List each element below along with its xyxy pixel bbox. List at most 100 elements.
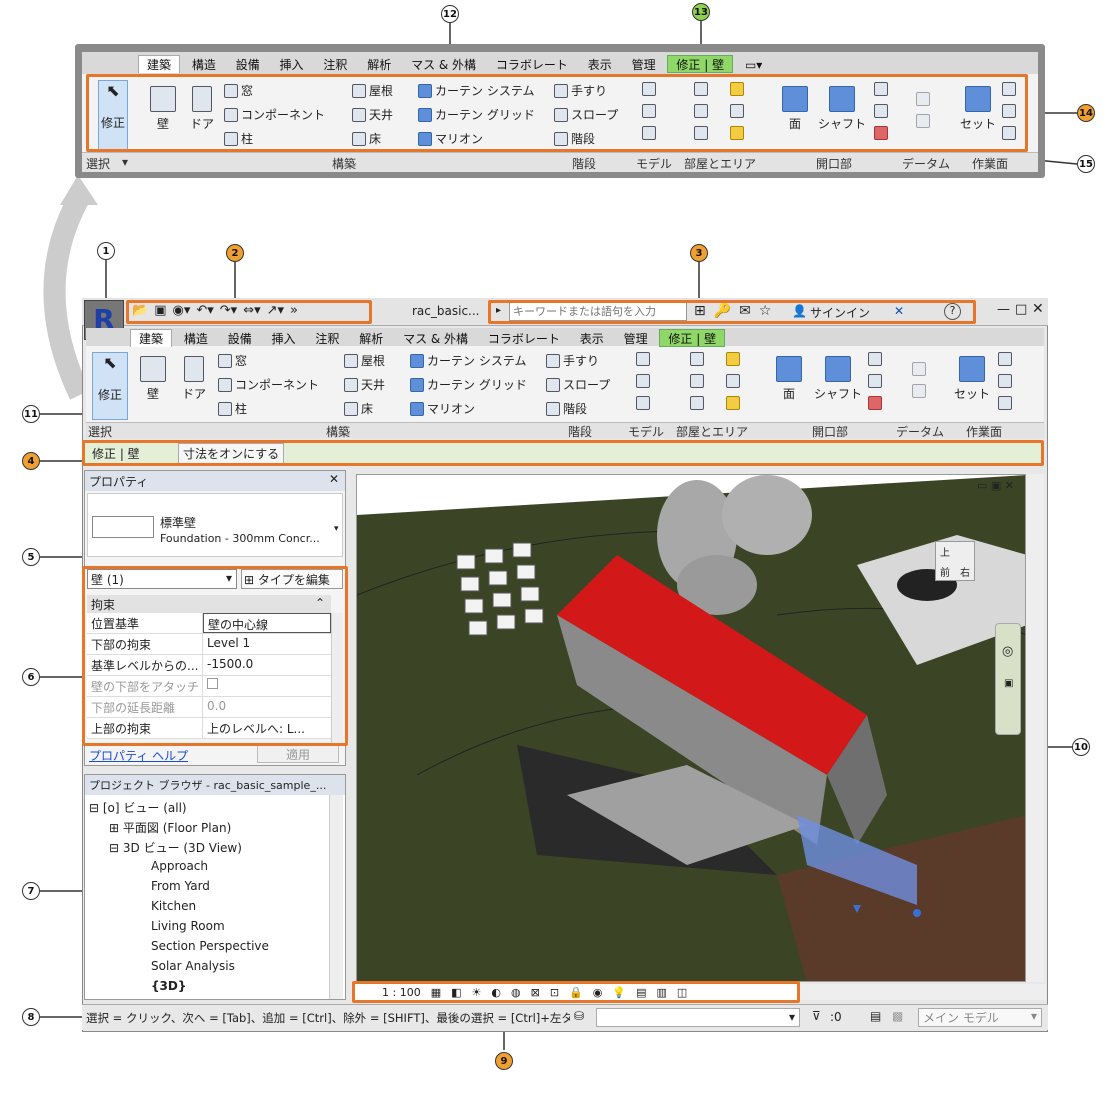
tree-item-solar-analysis[interactable]: Solar Analysis bbox=[151, 959, 235, 973]
viewcube-top[interactable]: 上 bbox=[940, 544, 950, 559]
tree-item-section-perspective[interactable]: Section Perspective bbox=[151, 939, 269, 953]
area-tools[interactable] bbox=[726, 352, 740, 410]
steering-wheel-icon[interactable]: ◎ bbox=[1002, 644, 1013, 659]
main-panel-model-label: モデル bbox=[628, 425, 665, 439]
main-wall-label: 壁 bbox=[146, 387, 159, 401]
mullion-button[interactable]: マリオン bbox=[410, 400, 475, 417]
main-tab-modify-wall[interactable]: 修正 | 壁 bbox=[659, 329, 726, 347]
main-tab-structure[interactable]: 構造 bbox=[176, 330, 216, 348]
tab-view[interactable]: 表示 bbox=[580, 56, 620, 74]
workplane-tools[interactable] bbox=[998, 352, 1012, 410]
railing-button[interactable]: 手すり bbox=[546, 352, 599, 369]
main-tab-massing[interactable]: マス & 外構 bbox=[395, 330, 476, 348]
main-tab-annotate[interactable]: 注釈 bbox=[307, 330, 347, 348]
design-option-select[interactable]: メイン モデル ▾ bbox=[918, 1008, 1042, 1027]
zoom-icon[interactable]: ▣ bbox=[1004, 678, 1013, 689]
main-model-line-icon bbox=[636, 374, 650, 388]
panel-select-dropdown-icon[interactable]: ▾ bbox=[122, 155, 128, 169]
main-tab-view[interactable]: 表示 bbox=[572, 330, 612, 348]
set-workplane-button[interactable]: セット bbox=[954, 356, 990, 402]
main-panel-datum-label: データム bbox=[896, 425, 945, 439]
viewcube-right[interactable]: 右 bbox=[960, 564, 970, 579]
ramp-button[interactable]: スロープ bbox=[546, 376, 610, 393]
minimize-button[interactable]: — bbox=[997, 302, 1010, 317]
worksets-icon[interactable]: ⛁ bbox=[574, 1009, 584, 1023]
stair-button[interactable]: 階段 bbox=[546, 400, 587, 417]
main-tab-architecture[interactable]: 建築 bbox=[130, 329, 173, 347]
tab-insert[interactable]: 挿入 bbox=[272, 56, 312, 74]
viewcube[interactable]: 上 前 右 bbox=[935, 541, 975, 581]
tab-annotate[interactable]: 注釈 bbox=[315, 56, 355, 74]
close-button[interactable]: ✕ bbox=[1032, 301, 1044, 317]
tab-systems[interactable]: 設備 bbox=[228, 56, 268, 74]
design-options-icon[interactable]: ▩ bbox=[892, 1009, 903, 1023]
main-area-icon bbox=[726, 352, 740, 366]
tree-item-living-room[interactable]: Living Room bbox=[151, 919, 225, 933]
window-button[interactable]: 窓 bbox=[218, 352, 247, 369]
tree-item-from-yard[interactable]: From Yard bbox=[151, 879, 210, 893]
tab-architecture[interactable]: 建築 bbox=[138, 55, 181, 73]
main-panel-select-label[interactable]: 選択 bbox=[88, 423, 112, 440]
properties-help-link[interactable]: プロパティ ヘルプ bbox=[89, 747, 188, 764]
ceiling-button[interactable]: 天井 bbox=[344, 376, 385, 393]
datum-tools[interactable] bbox=[912, 362, 926, 398]
floor-button[interactable]: 床 bbox=[344, 400, 373, 417]
view-vscrollbar[interactable] bbox=[1026, 474, 1044, 982]
main-grid-icon bbox=[912, 384, 926, 398]
restore-button[interactable]: □ bbox=[1015, 302, 1027, 317]
face-opening-button[interactable]: 面 bbox=[776, 356, 802, 402]
type-selector[interactable]: 標準壁 Foundation - 300mm Concr... ▾ bbox=[87, 493, 343, 557]
tree-item-kitchen[interactable]: Kitchen bbox=[151, 899, 196, 913]
room-tools[interactable] bbox=[690, 352, 704, 410]
grip-control[interactable] bbox=[913, 909, 921, 917]
3d-model-view[interactable] bbox=[357, 475, 1026, 982]
component-button[interactable]: コンポーネント bbox=[218, 376, 319, 393]
properties-header: プロパティ ✕ bbox=[85, 471, 345, 491]
editable-only-icon[interactable]: ▤ bbox=[870, 1009, 881, 1023]
tree-item-3d-default[interactable]: {3D} bbox=[151, 979, 186, 993]
tree-item-3d-view[interactable]: ⊟ 3D ビュー (3D View) bbox=[109, 839, 242, 856]
view-window-controls[interactable]: ▭ ▣ ✕ bbox=[977, 479, 1014, 492]
workset-select[interactable]: ▾ bbox=[596, 1008, 800, 1027]
main-tab-systems[interactable]: 設備 bbox=[220, 330, 260, 348]
door-button[interactable]: ドア bbox=[182, 356, 206, 402]
panel-select-label[interactable]: 選択 bbox=[86, 155, 110, 172]
main-tab-analyze[interactable]: 解析 bbox=[351, 330, 391, 348]
properties-close-icon[interactable]: ✕ bbox=[329, 472, 339, 486]
tree-item-views[interactable]: ⊟ [o] ビュー (all) bbox=[89, 799, 187, 816]
tab-massing[interactable]: マス & 外構 bbox=[403, 56, 484, 74]
properties-highlight-box bbox=[82, 566, 348, 746]
main-tab-collaborate[interactable]: コラボレート bbox=[480, 330, 568, 348]
tree-item-approach[interactable]: Approach bbox=[151, 859, 208, 873]
opening-tools[interactable] bbox=[868, 352, 882, 410]
panel-room-label[interactable]: 部屋とエリア bbox=[684, 155, 756, 172]
shaft-button[interactable]: シャフト bbox=[814, 356, 862, 402]
navigation-bar[interactable]: ◎ ▣ bbox=[995, 623, 1021, 735]
tab-collaborate[interactable]: コラボレート bbox=[488, 56, 576, 74]
roof-button[interactable]: 屋根 bbox=[344, 352, 385, 369]
tab-dropdown-icon[interactable]: ▭▾ bbox=[737, 56, 770, 74]
main-tab-insert[interactable]: 挿入 bbox=[264, 330, 304, 348]
tab-structure[interactable]: 構造 bbox=[184, 56, 224, 74]
curtain-system-button[interactable]: カーテン システム bbox=[410, 352, 526, 369]
tab-analyze[interactable]: 解析 bbox=[359, 56, 399, 74]
type-dropdown-icon[interactable]: ▾ bbox=[334, 524, 339, 534]
tab-modify-wall[interactable]: 修正 | 壁 bbox=[667, 55, 734, 73]
filter-icon[interactable]: ⊽ bbox=[812, 1009, 821, 1023]
drawing-area[interactable]: 上 前 右 ◎ ▣ ▭ ▣ ✕ bbox=[356, 474, 1026, 982]
browser-scrollbar[interactable] bbox=[329, 795, 343, 999]
status-bar: 選択 = クリック、次へ = [Tab]、追加 = [Ctrl]、除外 = [S… bbox=[82, 1004, 1048, 1030]
wall-button[interactable]: 壁 bbox=[140, 356, 166, 402]
tree-item-floor-plan[interactable]: ⊞ 平面図 (Floor Plan) bbox=[109, 819, 231, 836]
tab-manage[interactable]: 管理 bbox=[624, 56, 664, 74]
model-tools[interactable] bbox=[636, 352, 650, 410]
column-button[interactable]: 柱 bbox=[218, 400, 247, 417]
main-panel-room-label[interactable]: 部屋とエリア bbox=[676, 423, 748, 440]
curtain-grid-button[interactable]: カーテン グリッド bbox=[410, 376, 527, 393]
apply-button[interactable]: 適用 bbox=[257, 745, 339, 763]
modify-button[interactable]: ⬉ 修正 bbox=[92, 352, 128, 420]
main-cursor-icon: ⬉ bbox=[103, 353, 117, 372]
main-vertical-opening-icon bbox=[868, 374, 882, 388]
viewcube-front[interactable]: 前 bbox=[940, 564, 950, 579]
main-tab-manage[interactable]: 管理 bbox=[616, 330, 656, 348]
